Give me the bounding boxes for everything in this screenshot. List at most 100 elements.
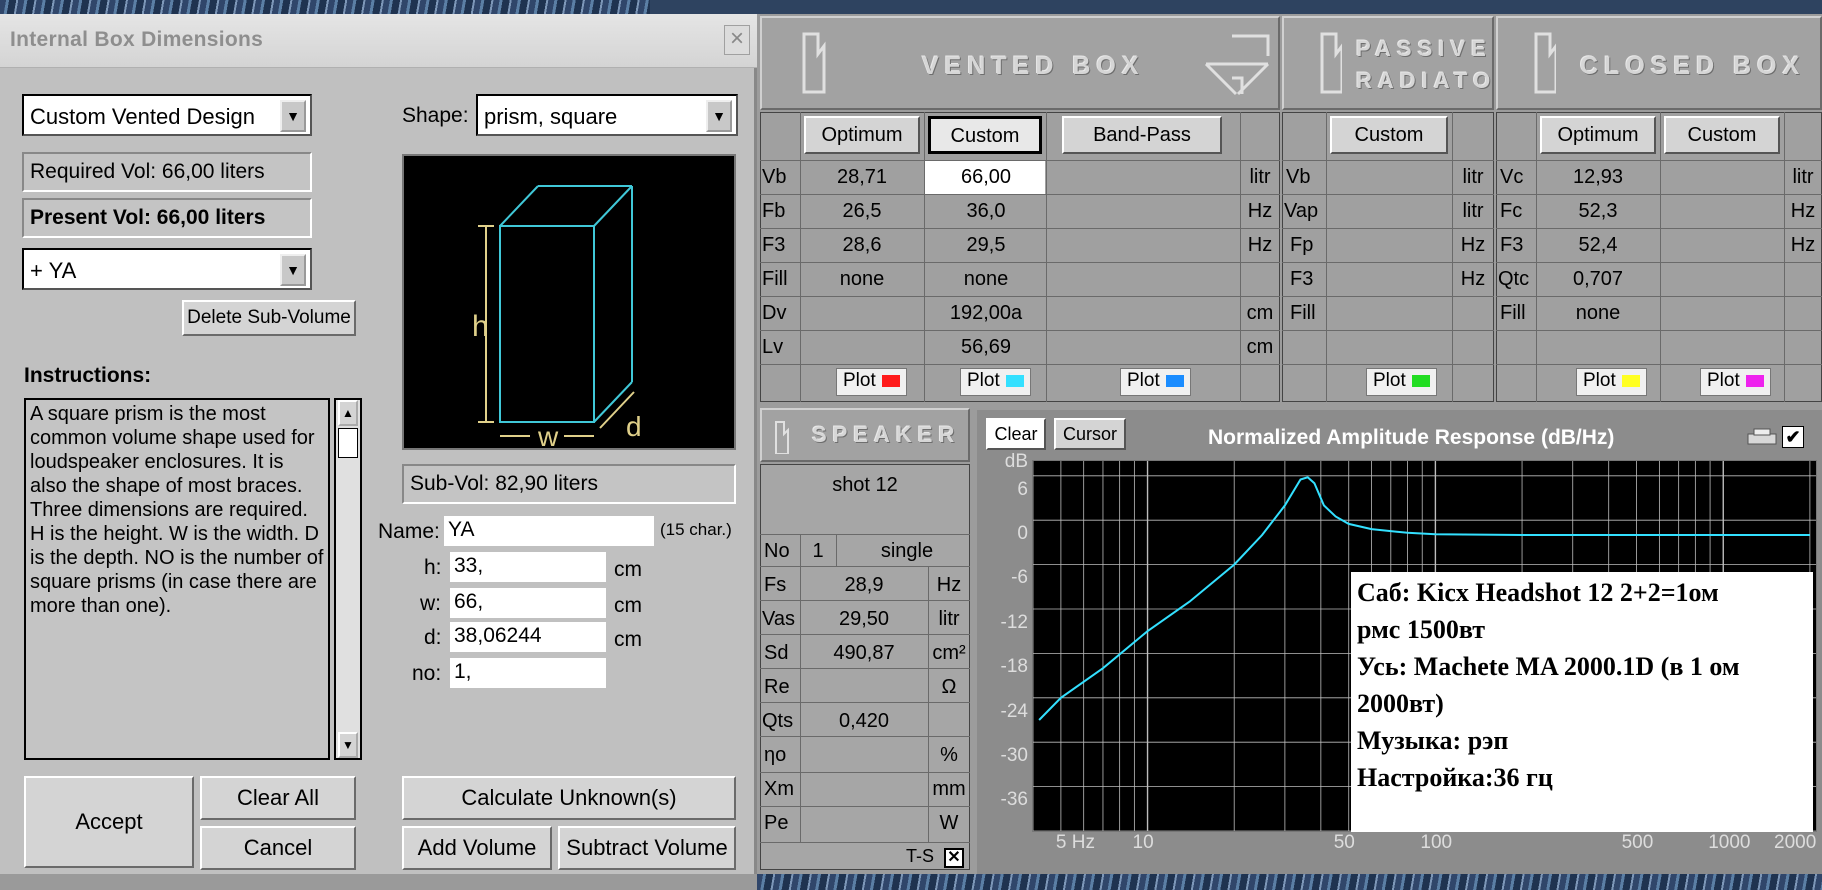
vented-custom-f3[interactable]: 29,5 [926, 234, 1046, 257]
note-line: Музыка: рэп [1357, 726, 1509, 755]
subvolume-select[interactable]: + YA ▼ [22, 248, 312, 290]
passive-radiator-table [1282, 112, 1494, 402]
scroll-down-icon[interactable]: ▼ [338, 732, 358, 758]
cancel-button[interactable]: Cancel [200, 826, 356, 870]
width-label: w [537, 421, 559, 448]
x-tick-label: 1000 [1708, 832, 1751, 853]
plot-label: Plot [967, 370, 1000, 391]
subvolume-select-value: + YA [30, 258, 77, 283]
scroll-up-icon[interactable]: ▲ [338, 400, 358, 426]
vented-custom-lv[interactable]: 56,69 [926, 336, 1046, 359]
unit-dv: cm [1246, 302, 1274, 324]
note-line: Настройка:36 гц [1357, 763, 1553, 792]
instructions-label: Instructions: [24, 364, 152, 387]
depth-label: d [626, 411, 642, 442]
closed-custom-plot-button[interactable]: Plot [1700, 368, 1771, 396]
vented-bandpass-plot-button[interactable]: Plot [1120, 368, 1191, 396]
clear-all-button[interactable]: Clear All [200, 776, 356, 820]
subtract-volume-button[interactable]: Subtract Volume [558, 826, 736, 870]
tab-vented-custom[interactable]: Custom [928, 116, 1042, 154]
unit-re: Ω [941, 676, 957, 698]
speaker-qts[interactable]: 0,420 [802, 710, 926, 733]
row-label-pe: Pe [764, 812, 789, 834]
vented-box-header: VENTED BOX [760, 16, 1280, 110]
y-tick-label: -30 [1000, 745, 1028, 766]
vented-box-title: VENTED BOX [922, 52, 1145, 80]
plot-label: Plot [1127, 370, 1160, 391]
delete-subvolume-button[interactable]: Delete Sub-Volume [182, 300, 356, 336]
close-icon[interactable]: × [724, 25, 750, 55]
unit-vas: litr [938, 608, 960, 630]
x-tick-label: 2000 [1774, 832, 1817, 853]
row-label-f3: F3 [1500, 234, 1524, 256]
ts-checkbox[interactable]: ✕ [944, 848, 964, 868]
tab-vented-bandpass[interactable]: Band-Pass [1062, 116, 1222, 154]
height-field[interactable]: 33, [450, 552, 606, 582]
speaker-fs[interactable]: 28,9 [802, 574, 926, 597]
closed-optimum-fill: none [1575, 302, 1621, 324]
passive-plot-button[interactable]: Plot [1366, 368, 1437, 396]
accept-button[interactable]: Accept [24, 776, 194, 868]
note-line: Саб: Kicx Headshot 12 2+2=1ом [1357, 578, 1719, 607]
unit-f3: Hz [1247, 234, 1273, 256]
vented-custom-fb[interactable]: 36,0 [926, 200, 1046, 223]
depth-field[interactable]: 38,06244 [450, 622, 606, 652]
vented-optimum-fill: none [839, 268, 885, 290]
speaker-name[interactable]: shot 12 [762, 474, 968, 497]
width-field[interactable]: 66, [450, 588, 606, 618]
vented-custom-plot-button[interactable]: Plot [960, 368, 1031, 396]
add-volume-button[interactable]: Add Volume [402, 826, 552, 870]
speaker-logo-icon [1534, 32, 1556, 94]
name-field[interactable]: YA [444, 516, 654, 546]
tab-vented-optimum[interactable]: Optimum [804, 116, 920, 154]
no-value[interactable]: 1 [806, 540, 830, 563]
speaker-logo-icon [775, 421, 789, 454]
chevron-down-icon[interactable]: ▼ [706, 100, 732, 132]
speaker-vas[interactable]: 29,50 [802, 608, 926, 631]
calculate-unknowns-button[interactable]: Calculate Unknown(s) [402, 776, 736, 820]
name-label: Name: [378, 520, 440, 543]
speaker-logo-icon [1320, 32, 1342, 94]
tab-closed-custom[interactable]: Custom [1664, 116, 1780, 154]
y-tick-label: 0 [1017, 523, 1028, 544]
x-tick-label: 50 [1333, 832, 1355, 853]
plot-color-swatch [1165, 374, 1184, 387]
row-label-vb: Vb [762, 166, 787, 188]
unit-fp: Hz [1460, 234, 1486, 256]
graph-cursor-button[interactable]: Cursor [1054, 418, 1126, 450]
plot-color-swatch [1411, 374, 1430, 387]
vented-custom-fill[interactable]: none [926, 268, 1046, 291]
plot-label: Plot [1583, 370, 1616, 391]
unit-xm: mm [932, 778, 966, 800]
chevron-down-icon[interactable]: ▼ [280, 254, 306, 286]
row-label-fill: Fill [1500, 302, 1526, 324]
passive-title-line1: PASSIVE [1356, 36, 1492, 61]
required-volume: Required Vol: 66,00 liters [22, 152, 312, 192]
closed-box-table [1496, 112, 1822, 402]
graph-check-checkbox[interactable]: ✔ [1782, 426, 1804, 448]
plot-label: Plot [1373, 370, 1406, 391]
scroll-thumb[interactable] [338, 428, 358, 458]
closed-optimum-plot-button[interactable]: Plot [1576, 368, 1647, 396]
chevron-down-icon[interactable]: ▼ [280, 100, 306, 132]
shape-select[interactable]: prism, square ▼ [476, 94, 738, 136]
design-select[interactable]: Custom Vented Design ▼ [22, 94, 312, 136]
vented-box-icon [1204, 34, 1270, 96]
tab-closed-optimum[interactable]: Optimum [1540, 116, 1656, 154]
h-label: h: [424, 556, 442, 579]
unit-vb: litr [1249, 166, 1271, 188]
tab-passive-custom[interactable]: Custom [1330, 116, 1448, 154]
unit-fs: Hz [936, 574, 962, 596]
height-label: h [472, 310, 489, 343]
vented-optimum-plot-button[interactable]: Plot [836, 368, 907, 396]
vented-custom-vb[interactable]: 66,00 [926, 166, 1046, 189]
speaker-sd[interactable]: 490,87 [802, 642, 926, 665]
speaker-mode[interactable]: single [852, 540, 962, 563]
count-field[interactable]: 1, [450, 658, 606, 688]
printer-icon[interactable] [1746, 428, 1778, 446]
instructions-scrollbar[interactable]: ▲ ▼ [334, 398, 362, 760]
vented-custom-dv[interactable]: 192,00a [926, 302, 1046, 325]
dialog-titlebar[interactable]: Internal Box Dimensions × [0, 14, 757, 68]
graph-clear-button[interactable]: Clear [986, 418, 1046, 450]
row-label-fs: Fs [764, 574, 787, 596]
